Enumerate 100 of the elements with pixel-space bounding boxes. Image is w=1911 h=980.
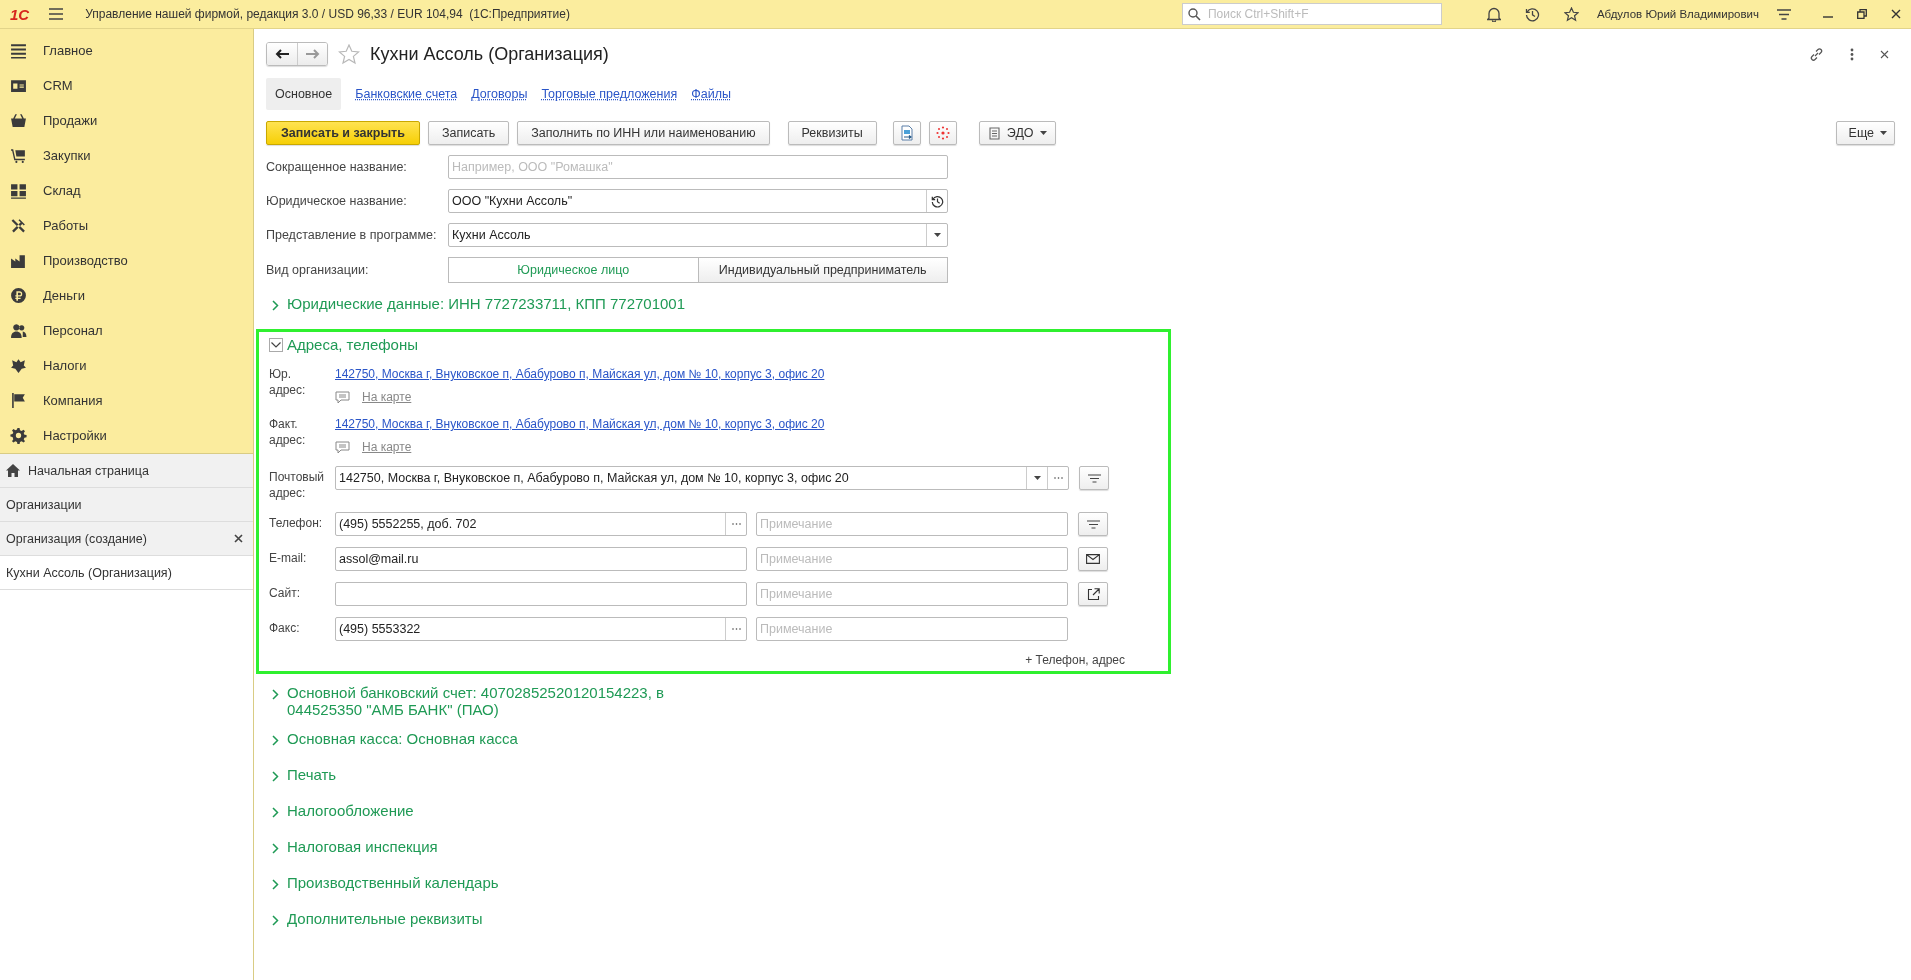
tab[interactable]: Файлы bbox=[691, 79, 731, 109]
sidebar-item[interactable]: Налоги bbox=[0, 348, 253, 383]
address-link[interactable]: 142750, Москва г, Внуковское п, Абабурово п, Майская ул, дом № 10, корпус 3, офис 20 bbox=[335, 366, 825, 382]
dots-cluster-icon bbox=[934, 125, 951, 141]
exchange-button[interactable] bbox=[892, 121, 921, 145]
bell-icon[interactable] bbox=[1486, 6, 1501, 22]
chevron-right-icon bbox=[272, 807, 279, 818]
dropdown-field[interactable]: Кухни Ассоль bbox=[448, 223, 948, 247]
address-field[interactable]: 142750, Москва г, Внуковское п, Абабурово п, Майская ул, дом № 10, корпус 3, офис 20 bbox=[335, 466, 1069, 490]
group-header[interactable]: Печать bbox=[266, 766, 1895, 790]
toolbar-button[interactable]: Реквизиты bbox=[787, 121, 877, 145]
home-icon bbox=[6, 464, 20, 477]
add-contact-link[interactable]: + Телефон, адрес bbox=[1025, 653, 1125, 667]
caret-icon bbox=[1039, 131, 1047, 135]
toolbar-button[interactable]: Записать bbox=[427, 121, 510, 145]
menu-button[interactable] bbox=[1078, 512, 1108, 536]
group-header[interactable]: Дополнительные реквизиты bbox=[266, 910, 1895, 934]
envelope-icon bbox=[1086, 554, 1100, 564]
contact-card-icon bbox=[10, 77, 27, 94]
chevron-right-icon bbox=[272, 771, 279, 782]
map-link[interactable]: На карте bbox=[362, 390, 412, 404]
toolbar-button[interactable]: Записать и закрыть bbox=[266, 121, 420, 145]
field-label: Юр. адрес: bbox=[269, 366, 307, 399]
field-label: Факт. адрес: bbox=[269, 416, 307, 449]
field-label: Телефон: bbox=[269, 515, 323, 531]
text-field[interactable]: assol@mail.ru bbox=[335, 547, 747, 571]
history-icon[interactable] bbox=[930, 194, 944, 208]
crest-icon bbox=[10, 357, 27, 374]
sidebar-item[interactable]: Работы bbox=[0, 208, 253, 243]
structure-button[interactable] bbox=[928, 121, 957, 145]
address-link[interactable]: 142750, Москва г, Внуковское п, Абабурово п, Майская ул, дом № 10, корпус 3, офис 20 bbox=[335, 416, 825, 432]
sidebar-item[interactable]: CRM bbox=[0, 68, 253, 103]
group-header[interactable]: Адреса, телефоны bbox=[269, 336, 1161, 360]
sidebar-item[interactable]: Настройки bbox=[0, 418, 253, 453]
open-window-tab[interactable]: Организация (создание) bbox=[0, 522, 253, 556]
text-field[interactable] bbox=[335, 582, 747, 606]
more-button[interactable]: Еще bbox=[1835, 121, 1895, 145]
open-window-tab[interactable]: Организации bbox=[0, 488, 253, 522]
lines-icon bbox=[1086, 519, 1100, 529]
right-arrow-icon bbox=[305, 49, 320, 59]
caret-icon[interactable] bbox=[1033, 476, 1041, 480]
field-label: Сайт: bbox=[269, 585, 301, 601]
people-icon bbox=[10, 322, 27, 339]
toggle-option[interactable]: Индивидуальный предприниматель bbox=[698, 257, 948, 283]
menu-icon[interactable] bbox=[49, 8, 64, 20]
cart-icon bbox=[10, 147, 27, 164]
group-header[interactable]: Налогообложение bbox=[266, 802, 1895, 826]
field-label: Вид организации: bbox=[266, 263, 370, 277]
factory-icon bbox=[10, 252, 27, 269]
filter-icon[interactable] bbox=[1777, 8, 1791, 20]
history-icon[interactable] bbox=[1524, 6, 1540, 22]
edo-button[interactable]: ЭДО bbox=[978, 121, 1056, 145]
tab[interactable]: Банковские счета bbox=[355, 79, 458, 109]
sidebar-item[interactable]: Главное bbox=[0, 33, 253, 68]
chevron-right-icon bbox=[272, 300, 279, 311]
menu-icon bbox=[10, 42, 27, 59]
back-button[interactable] bbox=[267, 43, 297, 65]
sidebar-item[interactable]: Персонал bbox=[0, 313, 253, 348]
text-field[interactable]: (495) 5553322 bbox=[335, 617, 747, 641]
group-header[interactable]: Юридические данные: ИНН 7727233711, КПП 772701001 bbox=[266, 295, 1895, 319]
star-icon[interactable] bbox=[338, 43, 360, 65]
open-link-button[interactable] bbox=[1078, 582, 1108, 606]
chevron-right-icon bbox=[272, 843, 279, 854]
link-icon[interactable] bbox=[1809, 46, 1824, 62]
search-icon bbox=[1187, 7, 1201, 21]
sidebar-item[interactable]: Продажи bbox=[0, 103, 253, 138]
close-icon[interactable] bbox=[1891, 9, 1901, 19]
text-field[interactable]: ООО "Кухни Ассоль" bbox=[448, 189, 948, 213]
close-icon[interactable] bbox=[1880, 49, 1889, 59]
field-label: Представление в программе: bbox=[266, 228, 438, 242]
flag-icon bbox=[10, 392, 27, 409]
sidebar-item[interactable]: Склад bbox=[0, 173, 253, 208]
group-header[interactable]: Производственный календарь bbox=[266, 874, 1895, 898]
sidebar-item[interactable]: Компания bbox=[0, 383, 253, 418]
more-icon[interactable] bbox=[1850, 47, 1854, 61]
open-window-tab[interactable]: Начальная страница bbox=[0, 454, 253, 488]
text-field[interactable]: (495) 5552255, доб. 702 bbox=[335, 512, 747, 536]
tab[interactable]: Торговые предложения bbox=[541, 79, 678, 109]
ruble-coin-icon bbox=[10, 287, 27, 304]
star-icon[interactable] bbox=[1563, 6, 1579, 22]
field-label: Почтовый адрес: bbox=[269, 469, 323, 501]
sidebar-item[interactable]: Производство bbox=[0, 243, 253, 278]
group-header[interactable]: Основной банковский счет: 40702852520120154223, в 044525350 "АМБ БАНК" (ПАО) bbox=[266, 684, 1895, 718]
restore-icon[interactable] bbox=[1857, 9, 1867, 19]
menu-button[interactable] bbox=[1079, 466, 1109, 490]
tab[interactable]: Основное bbox=[266, 78, 342, 110]
map-link[interactable]: На карте bbox=[362, 440, 412, 454]
toolbar-button[interactable]: Заполнить по ИНН или наименованию bbox=[517, 121, 770, 145]
user-name[interactable]: Абдулов Юрий Владимирович bbox=[1596, 8, 1759, 20]
caret-icon[interactable] bbox=[933, 233, 941, 237]
group-header[interactable]: Основная касса: Основная касса bbox=[266, 730, 1895, 754]
sidebar-item[interactable]: Закупки bbox=[0, 138, 253, 173]
document-arrows-icon bbox=[898, 125, 915, 141]
sidebar-item[interactable]: Деньги bbox=[0, 278, 253, 313]
group-header[interactable]: Налоговая инспекция bbox=[266, 838, 1895, 862]
left-arrow-icon bbox=[275, 49, 289, 59]
toggle-option[interactable]: Юридическое лицо bbox=[448, 257, 699, 283]
close-icon[interactable] bbox=[234, 534, 243, 543]
email-button[interactable] bbox=[1078, 547, 1108, 571]
tab[interactable]: Договоры bbox=[471, 79, 528, 109]
